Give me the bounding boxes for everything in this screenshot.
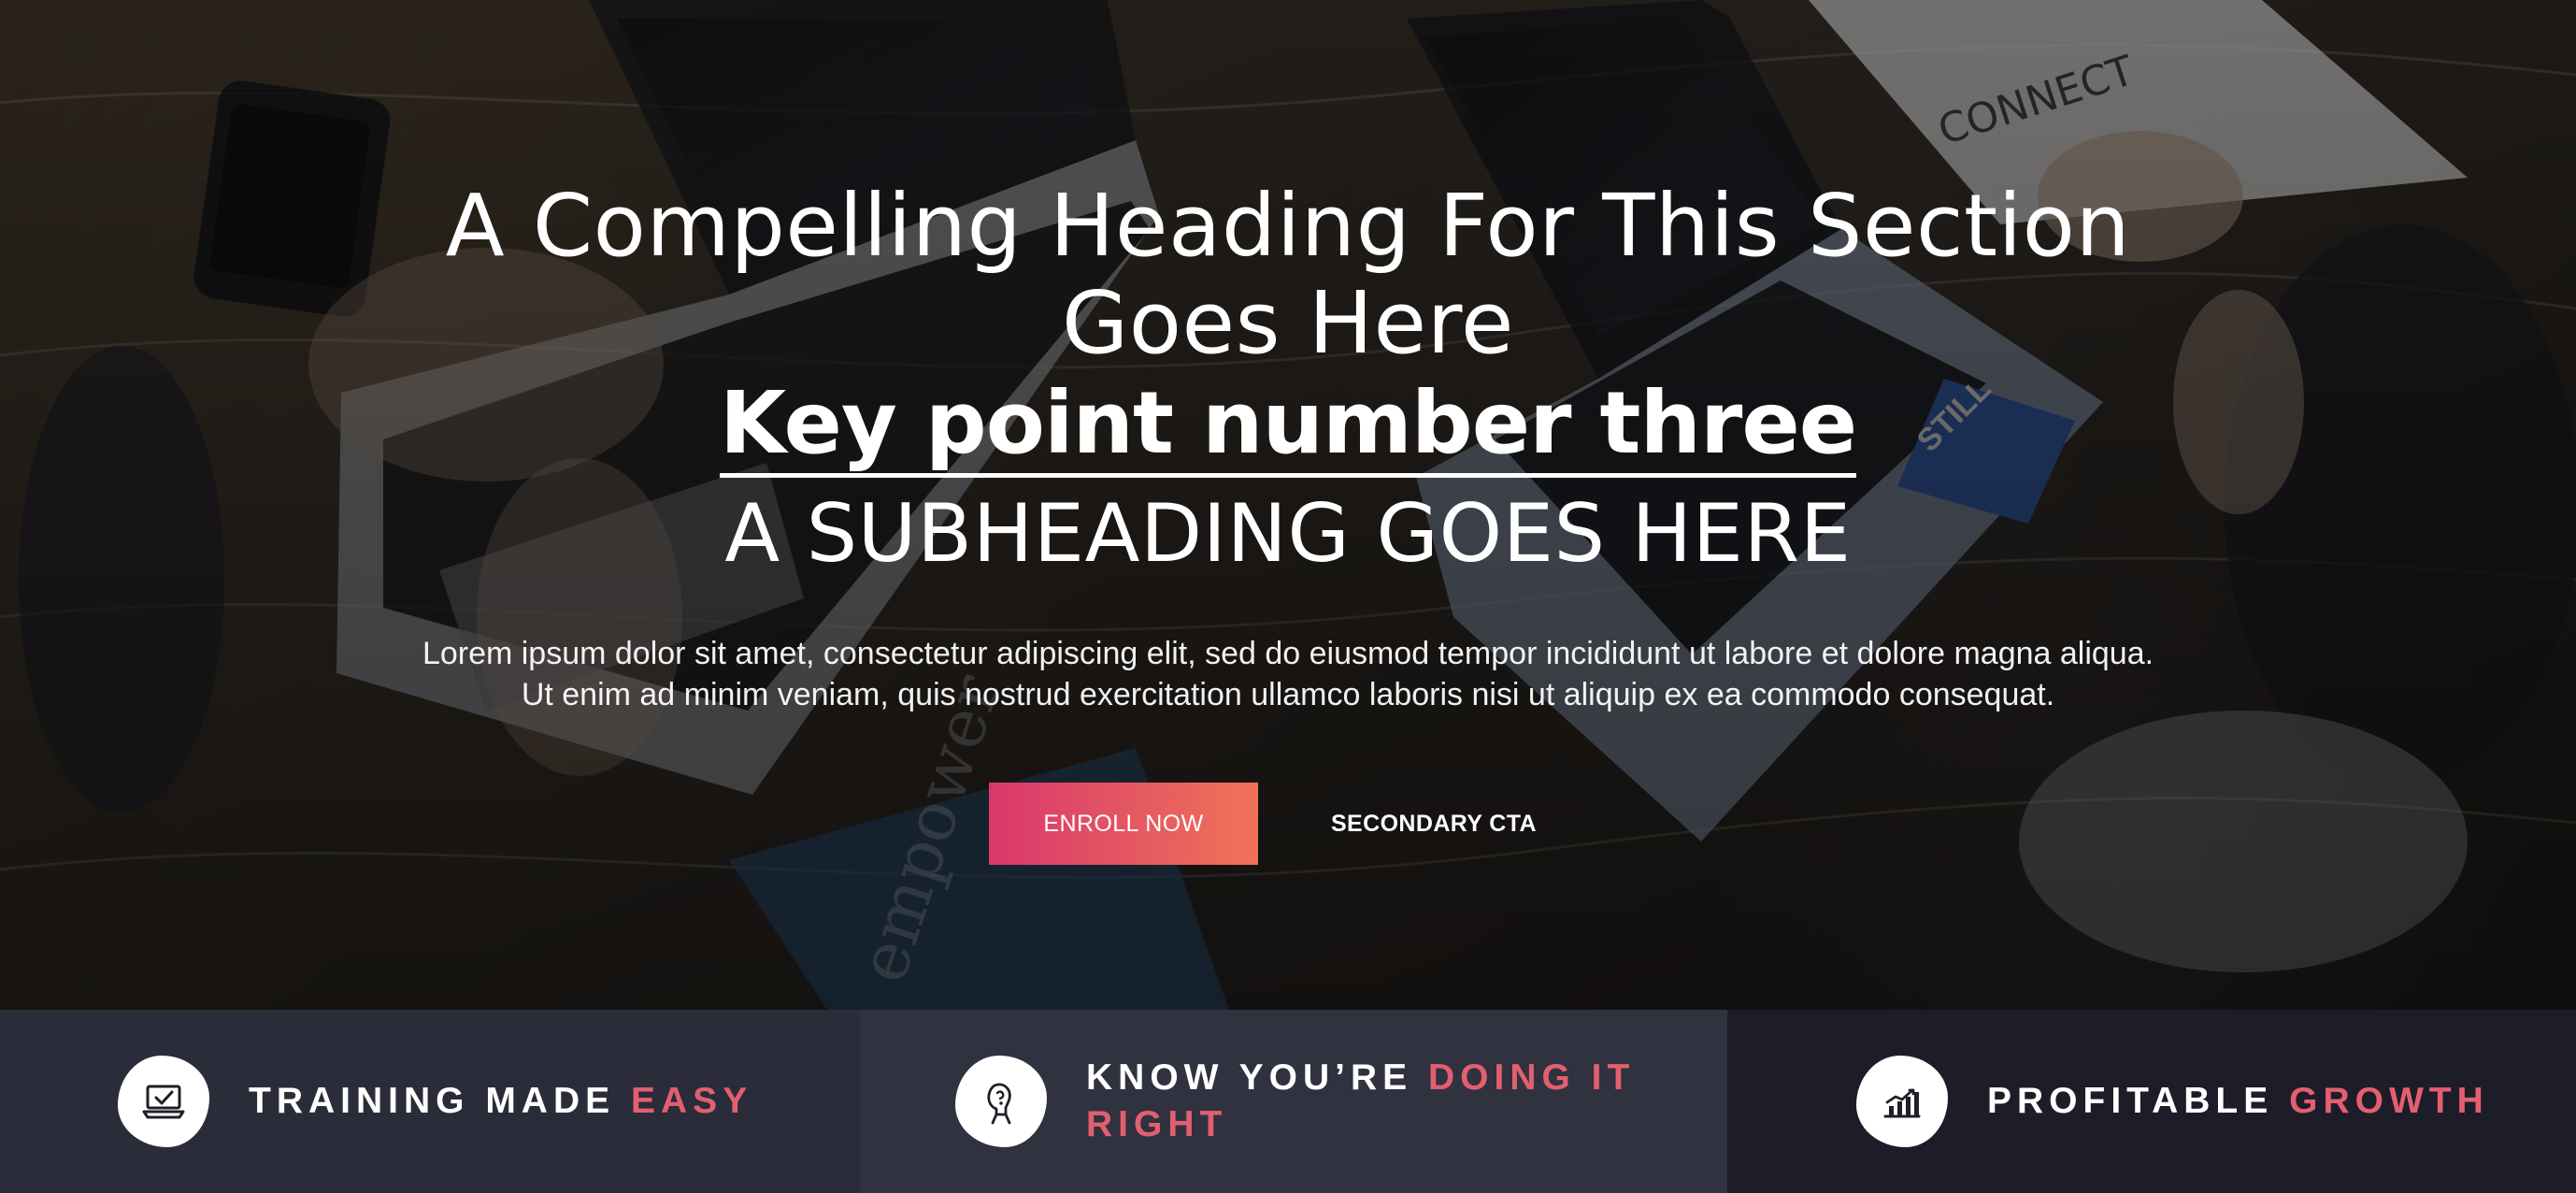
- feature-label-main: PROFITABLE: [1987, 1081, 2274, 1121]
- feature-training-made-easy: TRAINING MADE EASY: [0, 1010, 860, 1193]
- landing-page: STILL CONNECT empower A Compelling Headi…: [0, 0, 2576, 1193]
- key-point-heading: Key point number three: [719, 374, 1857, 478]
- feature-label: KNOW YOU’RE DOING IT RIGHT: [1086, 1055, 1666, 1148]
- hero-body-copy: Lorem ipsum dolor sit amet, consectetur …: [422, 636, 2154, 712]
- enroll-now-button[interactable]: ENROLL NOW: [989, 783, 1258, 865]
- feature-label: PROFITABLE GROWTH: [1987, 1078, 2489, 1125]
- feature-profitable-growth: PROFITABLE GROWTH: [1727, 1010, 2576, 1193]
- thinking-person-icon: [955, 1056, 1047, 1147]
- hero-subheading: A SUBHEADING GOES HERE: [724, 487, 1852, 581]
- laptop-check-icon: [118, 1056, 209, 1147]
- feature-label-accent: GROWTH: [2289, 1081, 2489, 1121]
- feature-label: TRAINING MADE EASY: [249, 1078, 752, 1125]
- feature-label-main: KNOW YOU’RE: [1086, 1057, 1413, 1098]
- growth-chart-icon: [1856, 1056, 1948, 1147]
- hero-heading: A Compelling Heading For This Section Go…: [400, 178, 2176, 372]
- hero-heading-line-2: Goes Here: [1061, 273, 1515, 373]
- hero-content: A Compelling Heading For This Section Go…: [0, 178, 2576, 865]
- feature-label-main: TRAINING MADE: [249, 1081, 616, 1121]
- cta-row: ENROLL NOW SECONDARY CTA: [0, 783, 2566, 865]
- feature-know-youre-doing-it-right: KNOW YOU’RE DOING IT RIGHT: [860, 1010, 1727, 1193]
- hero-heading-line-1: A Compelling Heading For This Section: [445, 176, 2131, 276]
- secondary-cta-button[interactable]: SECONDARY CTA: [1301, 783, 1567, 865]
- feature-label-accent: EASY: [631, 1081, 753, 1121]
- hero-section: STILL CONNECT empower A Compelling Headi…: [0, 0, 2576, 1010]
- feature-strip: TRAINING MADE EASY KNOW YOU’RE DOING IT …: [0, 1010, 2576, 1193]
